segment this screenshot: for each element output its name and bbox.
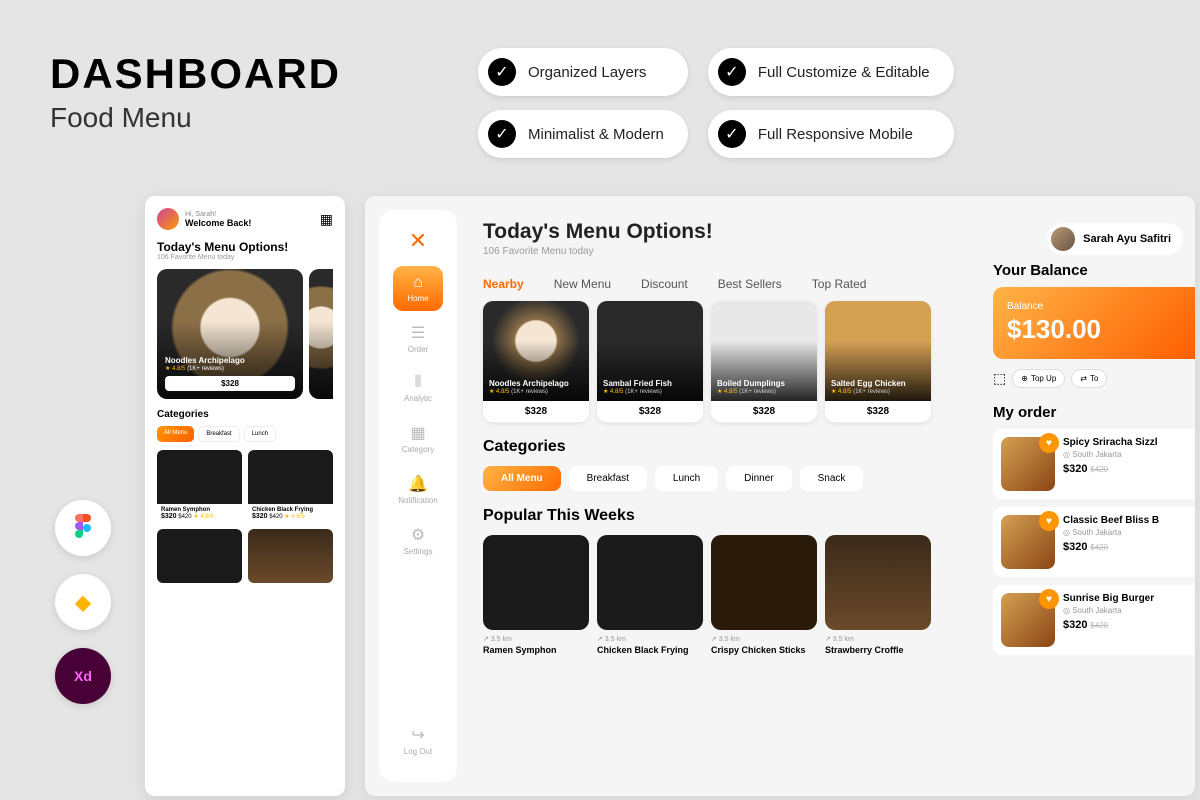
- feature-pill: ✓Organized Layers: [478, 48, 688, 96]
- order-card[interactable]: ♥Sunrise Big Burger◎ South Jakarta$320 $…: [993, 585, 1195, 655]
- hero-card[interactable]: Noodles Archipelago ★ 4.8/5 (1K+ reviews…: [157, 269, 303, 399]
- nav-logout[interactable]: ↪Log Out: [393, 717, 443, 764]
- popular-card[interactable]: ↗ 3.5 kmCrispy Chicken Sticks: [711, 535, 817, 655]
- order-card[interactable]: ♥Classic Beef Bliss B◎ South Jakarta$320…: [993, 507, 1195, 577]
- categories-heading: Categories: [483, 438, 566, 456]
- menu-card[interactable]: Boiled Dumplings★ 4.8/5 (1K+ reviews)$32…: [711, 301, 817, 422]
- user-name: Sarah Ayu Safitri: [1083, 233, 1171, 245]
- category-icon: ▦: [410, 423, 425, 443]
- hero-name: Noodles Archipelago: [165, 356, 295, 365]
- mobile-title: Today's Menu Options!: [157, 240, 333, 254]
- category-pill[interactable]: Dinner: [726, 466, 791, 491]
- page-subtitle: 106 Favorite Menu today: [483, 246, 713, 257]
- heart-icon[interactable]: ♥: [1039, 433, 1059, 453]
- xd-icon: Xd: [55, 648, 111, 704]
- greeting: Hi, Sarah!: [185, 211, 251, 218]
- category-pill[interactable]: Snack: [800, 466, 864, 491]
- check-icon: ✓: [718, 58, 746, 86]
- balance-label: Balance: [1007, 301, 1181, 312]
- qr-icon[interactable]: ▦: [320, 211, 333, 228]
- feature-pill: ✓Full Customize & Editable: [708, 48, 954, 96]
- order-icon: ☰: [411, 323, 425, 343]
- tab-top-rated[interactable]: Top Rated: [812, 277, 867, 291]
- feature-pill: ✓Minimalist & Modern: [478, 110, 688, 158]
- order-card[interactable]: ♥Spicy Sriracha Sizzl◎ South Jakarta$320…: [993, 429, 1195, 499]
- check-icon: ✓: [718, 120, 746, 148]
- topup-button[interactable]: ⊕ Top Up: [1012, 369, 1065, 388]
- popular-heading: Popular This Weeks: [483, 507, 635, 525]
- category-button[interactable]: All Menu: [157, 426, 194, 442]
- user-chip[interactable]: Sarah Ayu Safitri: [1047, 223, 1183, 255]
- heart-icon[interactable]: ♥: [1039, 511, 1059, 531]
- home-icon: ⌂: [413, 274, 423, 292]
- page-title: Today's Menu Options!: [483, 220, 713, 244]
- tab-new-menu[interactable]: New Menu: [554, 277, 611, 291]
- avatar[interactable]: [157, 208, 179, 230]
- feature-pill: ✓Full Responsive Mobile: [708, 110, 954, 158]
- nav-home[interactable]: ⌂Home: [393, 266, 443, 311]
- check-icon: ✓: [488, 58, 516, 86]
- nav-settings[interactable]: ⚙Settings: [393, 517, 443, 564]
- balance-card: Balance $130.00: [993, 287, 1195, 359]
- avatar: [1051, 227, 1075, 251]
- promo-subtitle: Food Menu: [50, 102, 341, 134]
- logout-icon: ↪: [411, 725, 424, 745]
- logo-icon[interactable]: ✕: [409, 228, 427, 254]
- menu-card[interactable]: Salted Egg Chicken★ 4.8/5 (1K+ reviews)$…: [825, 301, 931, 422]
- welcome-text: Welcome Back!: [185, 218, 251, 228]
- category-pill[interactable]: All Menu: [483, 466, 561, 491]
- grid-card[interactable]: Ramen Symphon$320 $420 ★ 4.8/5: [157, 450, 242, 523]
- tab-nearby[interactable]: Nearby: [483, 277, 524, 291]
- transfer-button[interactable]: ⇄ To: [1071, 369, 1107, 388]
- menu-card[interactable]: Sambal Fried Fish★ 4.8/5 (1K+ reviews)$3…: [597, 301, 703, 422]
- balance-heading: Your Balance: [993, 262, 1195, 279]
- category-pill[interactable]: Breakfast: [569, 466, 647, 491]
- tab-best-sellers[interactable]: Best Sellers: [718, 277, 782, 291]
- promo-title: DASHBOARD: [50, 50, 341, 98]
- tab-discount[interactable]: Discount: [641, 277, 688, 291]
- grid-card[interactable]: [248, 529, 333, 583]
- my-order-heading: My order: [993, 404, 1195, 421]
- popular-card[interactable]: ↗ 3.5 kmStrawberry Croffle: [825, 535, 931, 655]
- mobile-preview: Hi, Sarah! Welcome Back! ▦ Today's Menu …: [145, 196, 345, 796]
- nav-order[interactable]: ☰Order: [393, 315, 443, 362]
- heart-icon[interactable]: ♥: [1039, 589, 1059, 609]
- category-pill[interactable]: Lunch: [655, 466, 718, 491]
- hero-card-partial[interactable]: [309, 269, 333, 399]
- popular-card[interactable]: ↗ 3.5 kmRamen Symphon: [483, 535, 589, 655]
- menu-card[interactable]: Noodles Archipelago★ 4.8/5 (1K+ reviews)…: [483, 301, 589, 422]
- desktop-preview: ✕ ⌂Home ☰Order ⫴Analytic ▦Category 🔔Noti…: [365, 196, 1195, 796]
- nav-notification[interactable]: 🔔Notification: [393, 466, 443, 513]
- balance-amount: $130.00: [1007, 314, 1181, 345]
- nav-analytic[interactable]: ⫴Analytic: [393, 366, 443, 411]
- sketch-icon: ◆: [55, 574, 111, 630]
- gear-icon: ⚙: [411, 525, 425, 545]
- sidebar: ✕ ⌂Home ☰Order ⫴Analytic ▦Category 🔔Noti…: [379, 210, 457, 782]
- nav-category[interactable]: ▦Category: [393, 415, 443, 462]
- analytic-icon: ⫴: [415, 374, 422, 392]
- grid-card[interactable]: Chicken Black Frying$320 $420 ★ 4.8/5: [248, 450, 333, 523]
- category-button[interactable]: Breakfast: [198, 426, 239, 442]
- barcode-icon[interactable]: ⬚: [993, 370, 1006, 387]
- popular-card[interactable]: ↗ 3.5 kmChicken Black Frying: [597, 535, 703, 655]
- figma-icon: [55, 500, 111, 556]
- mobile-subtitle: 106 Favorite Menu today: [157, 254, 333, 261]
- price-button[interactable]: $328: [165, 376, 295, 391]
- bell-icon: 🔔: [408, 474, 428, 494]
- category-button[interactable]: Lunch: [244, 426, 276, 442]
- hero-rating: ★ 4.8/5 (1K+ reviews): [165, 365, 295, 372]
- grid-card[interactable]: [157, 529, 242, 583]
- categories-heading: Categories: [157, 409, 333, 420]
- check-icon: ✓: [488, 120, 516, 148]
